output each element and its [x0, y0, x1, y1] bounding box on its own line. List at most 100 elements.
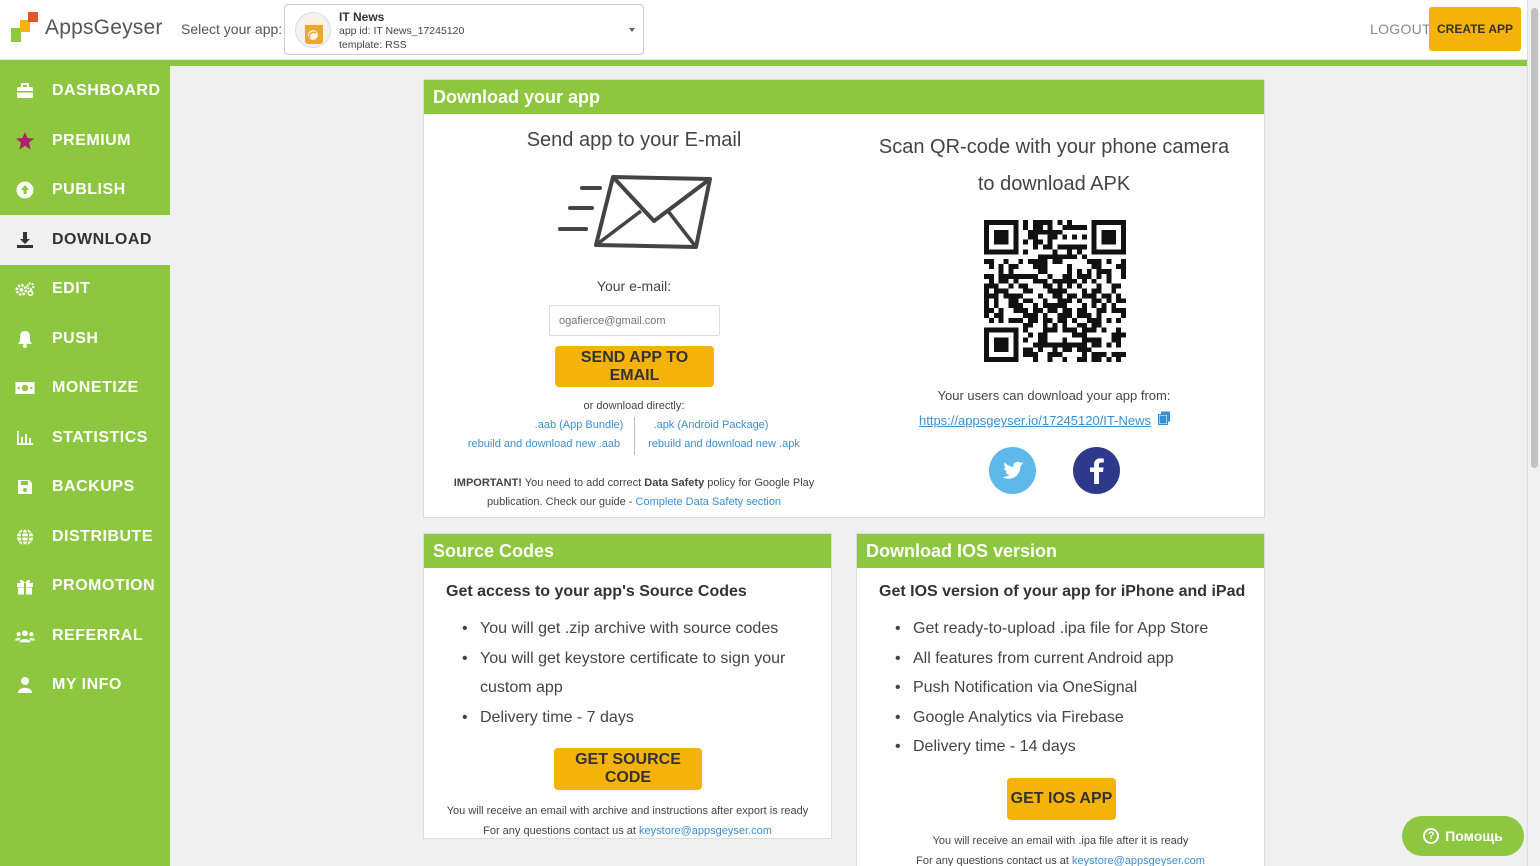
- qr-title-line-1: Scan QR-code with your phone camera: [878, 136, 1230, 158]
- upload-icon: [15, 180, 35, 200]
- notice-text: policy for Google Play: [704, 477, 815, 489]
- source-features-list: You will get .zip archive with source co…: [454, 614, 814, 732]
- contact-email-link[interactable]: keystore@appsgeyser.com: [1072, 855, 1205, 866]
- appsgeyser-logo[interactable]: AppsGeyser: [11, 12, 163, 44]
- sidebar-item-publish[interactable]: PUBLISH: [0, 165, 170, 215]
- sidebar-item-label: BACKUPS: [52, 478, 135, 495]
- main-content: Download your app Send app to your E-mai…: [170, 66, 1527, 866]
- sidebar-item-label: DASHBOARD: [52, 82, 161, 99]
- app-url-row: https://appsgeyser.io/17245120/IT-News: [919, 411, 1171, 430]
- app-id: app id: IT News_17245120: [339, 25, 465, 37]
- chevron-down-icon: [629, 28, 635, 32]
- user-icon: [15, 675, 35, 695]
- list-item: Delivery time - 7 days: [454, 703, 814, 733]
- scrollbar-thumb[interactable]: [1531, 8, 1538, 468]
- star-icon: [15, 131, 35, 151]
- get-source-code-button[interactable]: GET SOURCE CODE: [554, 748, 702, 790]
- sidebar-item-distribute[interactable]: DISTRIBUTE: [0, 512, 170, 562]
- save-icon: [15, 477, 35, 497]
- link-divider: [634, 417, 635, 455]
- panel-title: Source Codes: [424, 534, 831, 568]
- source-note-text: You will receive an email with archive a…: [446, 805, 809, 817]
- data-safety-label: Data Safety: [644, 477, 705, 489]
- ios-features-list: Get ready-to-upload .ipa file for App St…: [887, 614, 1247, 762]
- briefcase-icon: [15, 81, 35, 101]
- get-ios-app-button[interactable]: GET IOS APP: [1007, 778, 1116, 820]
- source-codes-panel: Source Codes Get access to your app's So…: [423, 533, 832, 839]
- sidebar-item-monetize[interactable]: MONETIZE: [0, 363, 170, 413]
- contact-email-link[interactable]: keystore@appsgeyser.com: [639, 825, 772, 837]
- facebook-share-button[interactable]: [1073, 447, 1120, 494]
- list-item: Get ready-to-upload .ipa file for App St…: [887, 614, 1247, 644]
- contact-text: For any questions contact us at: [483, 824, 640, 837]
- sidebar-item-promotion[interactable]: PROMOTION: [0, 561, 170, 611]
- sidebar-item-label: PROMOTION: [52, 577, 156, 594]
- sidebar-item-backups[interactable]: BACKUPS: [0, 462, 170, 512]
- qr-code: [984, 220, 1126, 362]
- page-scrollbar[interactable]: [1527, 0, 1540, 866]
- email-label: Your e-mail:: [596, 278, 672, 294]
- select-app-label: Select your app:: [181, 21, 283, 37]
- appsgeyser-logo-icon: [11, 12, 39, 44]
- app-name: IT News: [339, 10, 385, 24]
- send-app-to-email-button[interactable]: SEND APP TO EMAIL: [555, 346, 714, 387]
- list-item: All features from current Android app: [887, 644, 1247, 674]
- data-safety-guide-link[interactable]: Complete Data Safety section: [636, 496, 782, 508]
- sidebar-item-download[interactable]: DOWNLOAD: [0, 215, 170, 265]
- app-select-dropdown[interactable]: IT News app id: IT News_17245120 templat…: [284, 4, 644, 55]
- app-template: template: RSS: [339, 39, 407, 51]
- contact-text: For any questions contact us at: [916, 854, 1073, 866]
- rebuild-aab-link[interactable]: rebuild and download new .aab: [464, 438, 624, 450]
- twitter-share-button[interactable]: [989, 447, 1036, 494]
- sidebar-item-referral[interactable]: REFERRAL: [0, 611, 170, 661]
- sidebar-item-label: MY INFO: [52, 676, 122, 693]
- panel-title: Download your app: [424, 80, 1264, 114]
- or-download-directly-text: or download directly:: [583, 400, 685, 412]
- gift-icon: [15, 576, 35, 596]
- help-button[interactable]: ? Помощь: [1402, 816, 1524, 856]
- email-input[interactable]: [549, 305, 720, 336]
- ios-download-panel: Download IOS version Get IOS version of …: [856, 533, 1265, 866]
- help-label: Помощь: [1445, 828, 1503, 844]
- sidebar-item-label: DOWNLOAD: [52, 231, 152, 248]
- money-icon: [15, 378, 35, 398]
- question-icon: ?: [1423, 828, 1440, 844]
- email-envelope-icon: [556, 173, 716, 256]
- twitter-icon: [1001, 461, 1024, 479]
- sidebar-item-edit[interactable]: EDIT: [0, 264, 170, 314]
- list-item: Push Notification via OneSignal: [887, 673, 1247, 703]
- list-item: You will get keystore certificate to sig…: [454, 644, 814, 703]
- sidebar-item-dashboard[interactable]: DASHBOARD: [0, 66, 170, 116]
- qr-title-line-2: to download APK: [977, 173, 1131, 195]
- chart-icon: [15, 428, 35, 448]
- sidebar: DASHBOARD PREMIUM PUBLISH DOWNLOAD EDIT …: [0, 60, 170, 866]
- sidebar-item-statistics[interactable]: STATISTICS: [0, 413, 170, 463]
- sidebar-item-premium[interactable]: PREMIUM: [0, 116, 170, 166]
- sidebar-item-label: MONETIZE: [52, 379, 139, 396]
- app-url-link[interactable]: https://appsgeyser.io/17245120/IT-News: [919, 413, 1151, 428]
- list-item: Google Analytics via Firebase: [887, 703, 1247, 733]
- source-subtitle: Get access to your app's Source Codes: [446, 583, 747, 600]
- sidebar-item-label: STATISTICS: [52, 429, 148, 446]
- bell-icon: [15, 329, 35, 349]
- sidebar-item-my-info[interactable]: MY INFO: [0, 660, 170, 710]
- list-item: You will get .zip archive with source co…: [454, 614, 814, 644]
- apk-download-link[interactable]: .apk (Android Package): [646, 419, 776, 431]
- logout-link[interactable]: LOGOUT: [1370, 21, 1431, 37]
- ios-note-text: You will receive an email with .ipa file…: [932, 835, 1189, 847]
- gears-icon: [15, 279, 35, 299]
- sidebar-item-push[interactable]: PUSH: [0, 314, 170, 364]
- sidebar-item-label: DISTRIBUTE: [52, 528, 153, 545]
- copy-icon[interactable]: [1157, 411, 1171, 430]
- rebuild-apk-link[interactable]: rebuild and download new .apk: [644, 438, 804, 450]
- notice-text: publication. Check our guide -: [486, 496, 636, 508]
- ios-note: You will receive an email with .ipa file…: [857, 832, 1264, 866]
- sidebar-item-label: EDIT: [52, 280, 91, 297]
- logo-text: AppsGeyser: [45, 16, 163, 39]
- aab-download-link[interactable]: .aab (App Bundle): [529, 419, 629, 431]
- email-section-title: Send app to your E-mail: [526, 129, 742, 151]
- ios-subtitle: Get IOS version of your app for iPhone a…: [879, 583, 1246, 600]
- users-download-text: Your users can download your app from:: [937, 388, 1171, 403]
- create-app-button[interactable]: CREATE APP: [1429, 7, 1521, 51]
- download-icon: [15, 230, 35, 250]
